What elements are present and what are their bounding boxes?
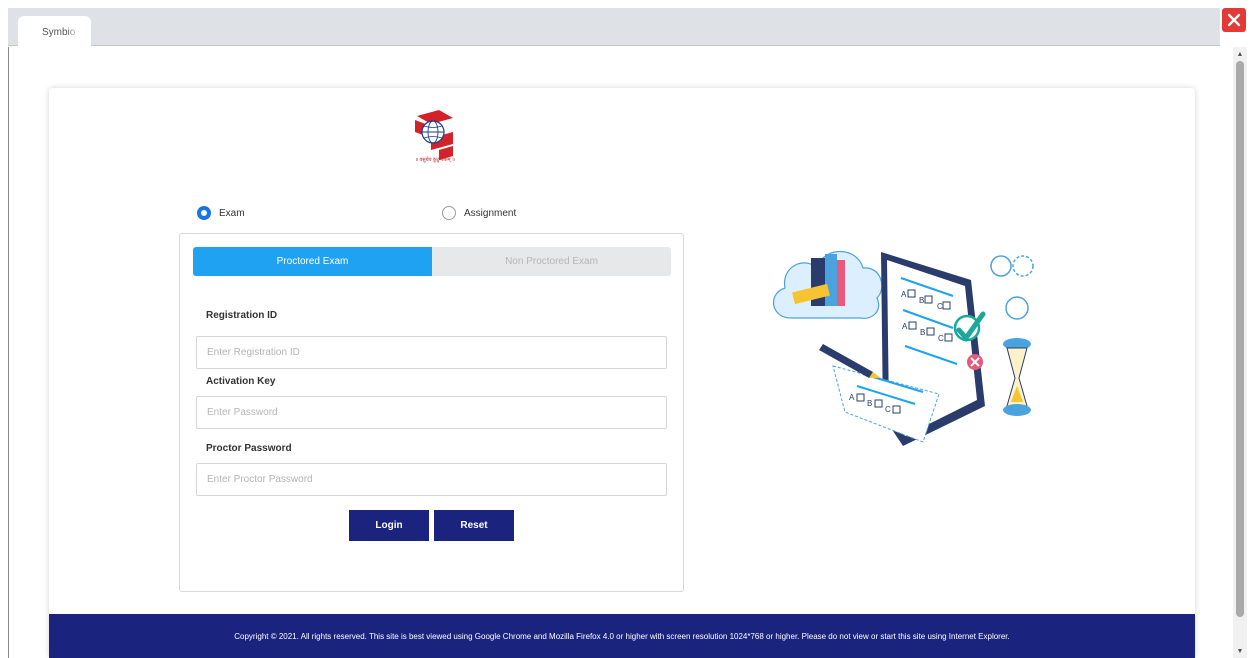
scroll-up-arrow-icon[interactable]: ▲	[1233, 47, 1247, 61]
radio-exam-indicator[interactable]	[197, 206, 211, 220]
user-circle-icon	[1005, 296, 1029, 320]
login-form: Proctored Exam Non Proctored Exam Regist…	[179, 233, 684, 592]
answer-letter: C	[938, 334, 944, 343]
login-button[interactable]: Login	[349, 510, 429, 541]
answer-letter: A	[849, 393, 855, 402]
registration-id-label: Registration ID	[206, 310, 278, 321]
activation-key-input[interactable]	[196, 396, 667, 429]
exam-type-tabs: Proctored Exam Non Proctored Exam	[193, 247, 671, 276]
tab-non-proctored-exam[interactable]: Non Proctored Exam	[432, 247, 671, 276]
page-footer: Copyright © 2021. All rights reserved. T…	[49, 614, 1195, 658]
answer-letter: A	[902, 322, 908, 331]
close-button[interactable]	[1222, 8, 1246, 32]
proctor-password-label: Proctor Password	[206, 443, 292, 454]
scroll-thumb[interactable]	[1236, 61, 1244, 617]
browser-tab[interactable]: Symbio	[18, 16, 91, 46]
reset-button[interactable]: Reset	[434, 510, 514, 541]
pen-circle-icon	[990, 255, 1012, 277]
login-card: ॥ वसुधैव कुटुम्बकम् ॥ Exam Assignment Pr…	[49, 88, 1195, 658]
scroll-down-arrow-icon[interactable]: ▼	[1233, 644, 1247, 658]
book-icon	[837, 260, 845, 306]
activation-key-label: Activation Key	[206, 376, 276, 387]
logo-caption: ॥ वसुधैव कुटुम्बकम् ॥	[415, 157, 455, 163]
page-viewport: ॥ वसुधैव कुटुम्बकम् ॥ Exam Assignment Pr…	[8, 47, 1247, 658]
tab-proctored-exam[interactable]: Proctored Exam	[193, 247, 432, 276]
radio-exam-label: Exam	[219, 207, 245, 219]
answer-letter: B	[867, 399, 872, 408]
browser-tab-title: Symbio	[42, 27, 76, 38]
clock-circle-icon	[1012, 255, 1034, 277]
radio-assignment-label: Assignment	[464, 207, 517, 219]
book-icon	[825, 254, 837, 306]
answer-letter: B	[919, 296, 924, 305]
radio-exam[interactable]: Exam	[197, 206, 245, 220]
close-icon	[1227, 13, 1241, 27]
hourglass-base	[1003, 404, 1031, 416]
answer-letter: B	[920, 328, 925, 337]
answer-letter: C	[937, 302, 943, 311]
radio-assignment-indicator[interactable]	[442, 206, 456, 220]
browser-tab-bar: Symbio	[8, 8, 1220, 46]
radio-assignment[interactable]: Assignment	[442, 206, 516, 220]
answer-letter: A	[901, 290, 907, 299]
vertical-scrollbar[interactable]: ▲ ▼	[1233, 47, 1247, 658]
answer-letter: C	[885, 405, 891, 414]
proctor-password-input[interactable]	[196, 463, 667, 496]
registration-id-input[interactable]	[196, 336, 667, 369]
exam-illustration: A B C A B C A B C	[773, 251, 1034, 446]
